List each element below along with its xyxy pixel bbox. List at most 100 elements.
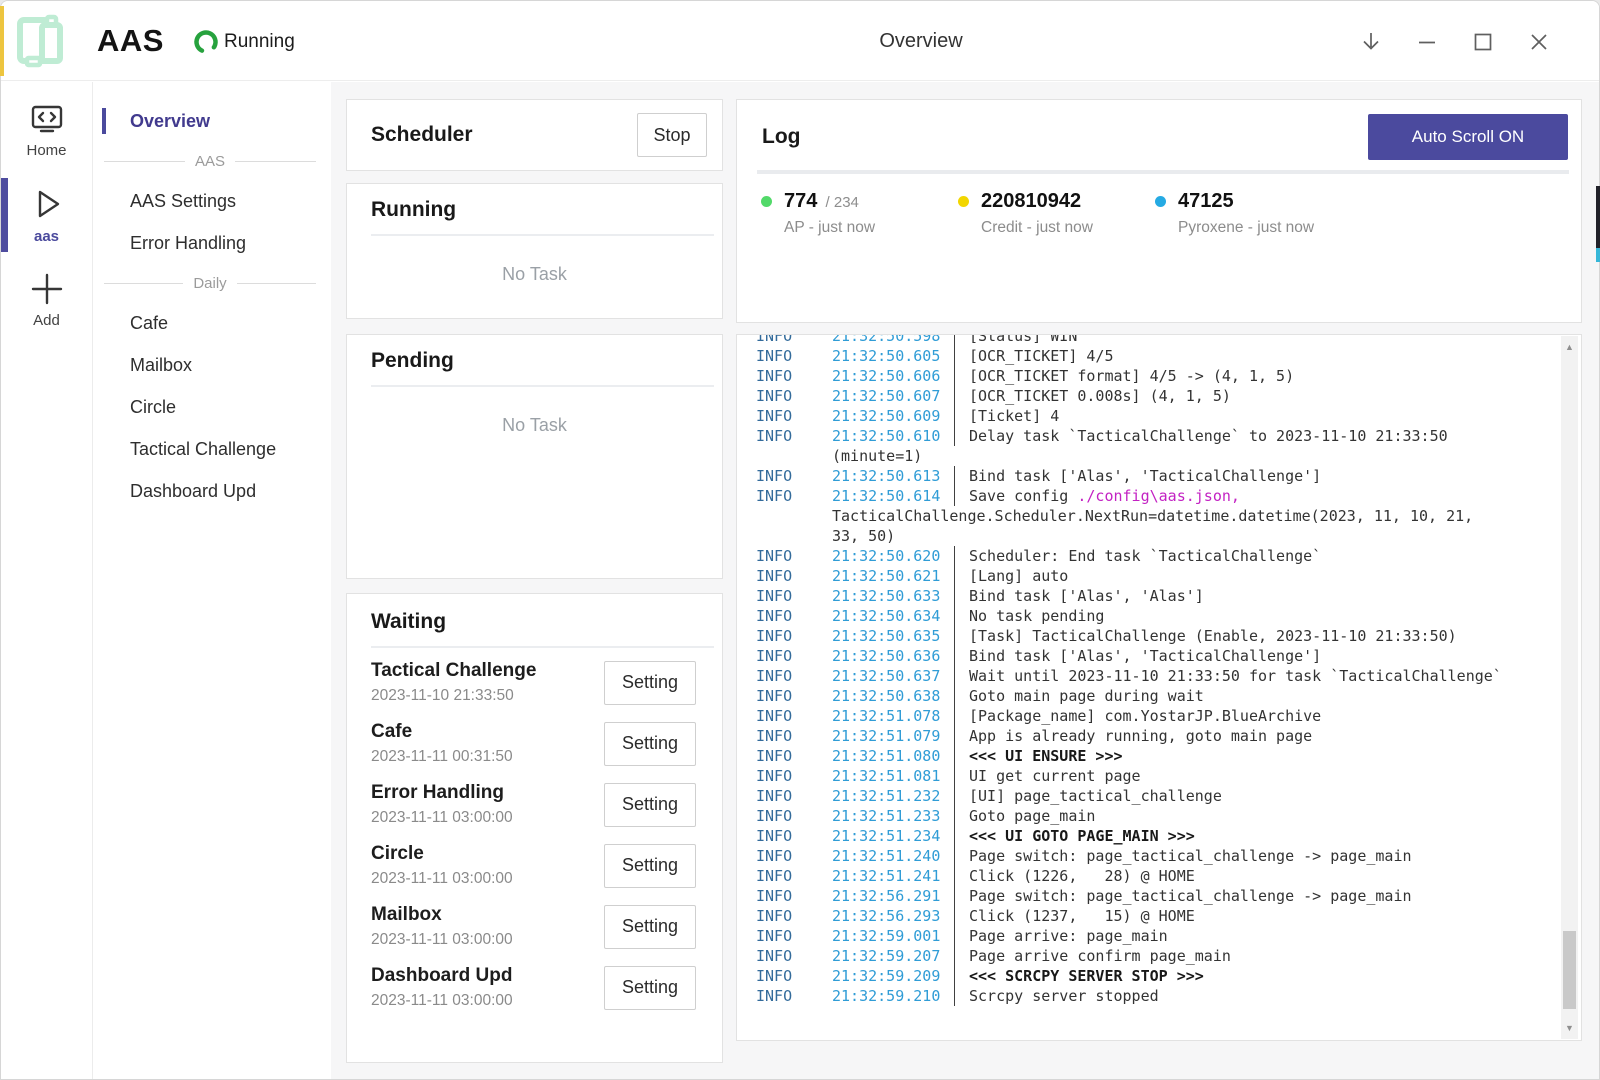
log-console-card: INFO21:32:50.598[Status] WIN INFO21:32:5… <box>736 334 1582 1041</box>
log-line: INFO21:32:51.079App is already running, … <box>756 726 1547 746</box>
scroll-up-icon[interactable]: ▲ <box>1561 342 1578 352</box>
log-timestamp: 21:32:51.240 <box>832 846 954 866</box>
task-setting-button[interactable]: Setting <box>604 661 696 705</box>
task-setting-button[interactable]: Setting <box>604 844 696 888</box>
log-timestamp: 21:32:50.613 <box>832 466 954 486</box>
task-info: Dashboard Upd 2023-11-11 03:00:00 <box>371 965 604 1010</box>
scheduler-card: Scheduler Stop <box>346 99 723 171</box>
log-line: INFO21:32:50.620Scheduler: End task `Tac… <box>756 546 1547 566</box>
log-message: <<< UI ENSURE >>> <box>969 746 1123 766</box>
log-separator <box>954 334 955 346</box>
log-level: INFO <box>756 486 832 506</box>
log-level: INFO <box>756 866 832 886</box>
log-separator <box>954 846 955 866</box>
nav-item-overview[interactable]: Overview <box>94 100 331 142</box>
log-message: Click (1226, 28) @ HOME <box>969 866 1195 886</box>
log-separator <box>954 926 955 946</box>
scrollbar-thumb[interactable] <box>1563 931 1576 1009</box>
rail-item-add[interactable]: Add <box>1 264 92 336</box>
log-body: INFO21:32:50.598[Status] WIN INFO21:32:5… <box>756 334 1547 1006</box>
log-level: INFO <box>756 926 832 946</box>
log-message: No task pending <box>969 606 1104 626</box>
task-name: Tactical Challenge <box>371 660 604 682</box>
divider-line <box>235 161 316 162</box>
log-separator <box>954 986 955 1006</box>
log-separator <box>954 386 955 406</box>
task-name: Circle <box>371 843 604 865</box>
log-separator <box>954 666 955 686</box>
log-timestamp: 21:32:51.241 <box>832 866 954 886</box>
log-timestamp: 21:32:59.210 <box>832 986 954 1006</box>
waiting-card: Waiting Tactical Challenge 2023-11-10 21… <box>346 593 723 1063</box>
task-setting-button[interactable]: Setting <box>604 722 696 766</box>
log-line: INFO21:32:56.291Page switch: page_tactic… <box>756 886 1547 906</box>
stat-dot-icon <box>1155 196 1166 207</box>
running-title: Running <box>371 198 698 222</box>
stat-value: 220810942 <box>981 190 1081 212</box>
log-level: INFO <box>756 546 832 566</box>
waiting-task-row: Tactical Challenge 2023-11-10 21:33:50 S… <box>347 652 722 713</box>
rail-item-label: Home <box>26 142 66 159</box>
nav-item-cafe[interactable]: Cafe <box>94 302 331 344</box>
download-icon[interactable] <box>1354 25 1387 58</box>
stat-dot-icon <box>761 196 772 207</box>
nav-item-error-handling[interactable]: Error Handling <box>94 222 331 264</box>
stat-label: Credit - just now <box>981 219 1093 237</box>
nav-item-tactical-challenge[interactable]: Tactical Challenge <box>94 428 331 470</box>
log-level: INFO <box>756 406 832 426</box>
log-separator <box>954 606 955 626</box>
minimize-icon[interactable] <box>1410 25 1443 58</box>
log-timestamp: 21:32:50.614 <box>832 486 954 506</box>
log-message: Scrcpy server stopped <box>969 986 1159 1006</box>
nav-item-label: Circle <box>130 397 176 418</box>
log-timestamp: 21:32:50.636 <box>832 646 954 666</box>
task-setting-button[interactable]: Setting <box>604 905 696 949</box>
log-level: INFO <box>756 806 832 826</box>
log-separator <box>954 906 955 926</box>
auto-scroll-button[interactable]: Auto Scroll ON <box>1368 114 1568 160</box>
maximize-icon[interactable] <box>1466 25 1499 58</box>
log-level: INFO <box>756 466 832 486</box>
log-message: Bind task ['Alas', 'TacticalChallenge'] <box>969 466 1321 486</box>
task-setting-button[interactable]: Setting <box>604 783 696 827</box>
nav-item-dashboard-upd[interactable]: Dashboard Upd <box>94 470 331 512</box>
nav-item-circle[interactable]: Circle <box>94 386 331 428</box>
scroll-down-icon[interactable]: ▼ <box>1561 1023 1578 1033</box>
scheduler-title: Scheduler <box>371 123 637 147</box>
stat-dot-icon <box>958 196 969 207</box>
rail-item-aas[interactable]: aas <box>1 178 92 252</box>
title-bar: AAS Running Overview <box>1 1 1599 81</box>
task-next-run-time: 2023-11-11 00:31:50 <box>371 748 604 766</box>
stat-pyroxene: 47125 Pyroxene - just now <box>1155 190 1352 237</box>
log-line: INFO21:32:50.636Bind task ['Alas', 'Tact… <box>756 646 1547 666</box>
waiting-task-row: Error Handling 2023-11-11 03:00:00 Setti… <box>347 774 722 835</box>
task-next-run-time: 2023-11-11 03:00:00 <box>371 809 604 827</box>
log-separator <box>954 546 955 566</box>
divider <box>371 385 714 387</box>
close-icon[interactable] <box>1522 25 1555 58</box>
rail-item-home[interactable]: Home <box>1 96 92 166</box>
task-info: Circle 2023-11-11 03:00:00 <box>371 843 604 888</box>
log-scrollbar[interactable]: ▲ ▼ <box>1561 336 1578 1039</box>
log-message: [Lang] auto <box>969 566 1068 586</box>
task-next-run-time: 2023-11-11 03:00:00 <box>371 931 604 949</box>
task-setting-button[interactable]: Setting <box>604 966 696 1010</box>
log-level: INFO <box>756 606 832 626</box>
pending-title: Pending <box>371 349 698 373</box>
stop-button[interactable]: Stop <box>637 113 707 157</box>
code-monitor-icon <box>28 103 66 137</box>
waiting-task-row: Mailbox 2023-11-11 03:00:00 Setting <box>347 896 722 957</box>
log-message: Page arrive confirm page_main <box>969 946 1231 966</box>
log-level: INFO <box>756 826 832 846</box>
log-line: INFO21:32:51.240Page switch: page_tactic… <box>756 846 1547 866</box>
nav-section-daily: Daily <box>94 264 331 302</box>
log-message: [OCR_TICKET 0.008s] (4, 1, 5) <box>969 386 1231 406</box>
task-info: Error Handling 2023-11-11 03:00:00 <box>371 782 604 827</box>
log-separator <box>954 646 955 666</box>
nav-item-aas-settings[interactable]: AAS Settings <box>94 180 331 222</box>
log-separator <box>954 686 955 706</box>
log-timestamp: 21:32:51.232 <box>832 786 954 806</box>
waiting-title: Waiting <box>371 610 698 634</box>
log-message: <<< UI GOTO PAGE_MAIN >>> <box>969 826 1195 846</box>
nav-item-mailbox[interactable]: Mailbox <box>94 344 331 386</box>
